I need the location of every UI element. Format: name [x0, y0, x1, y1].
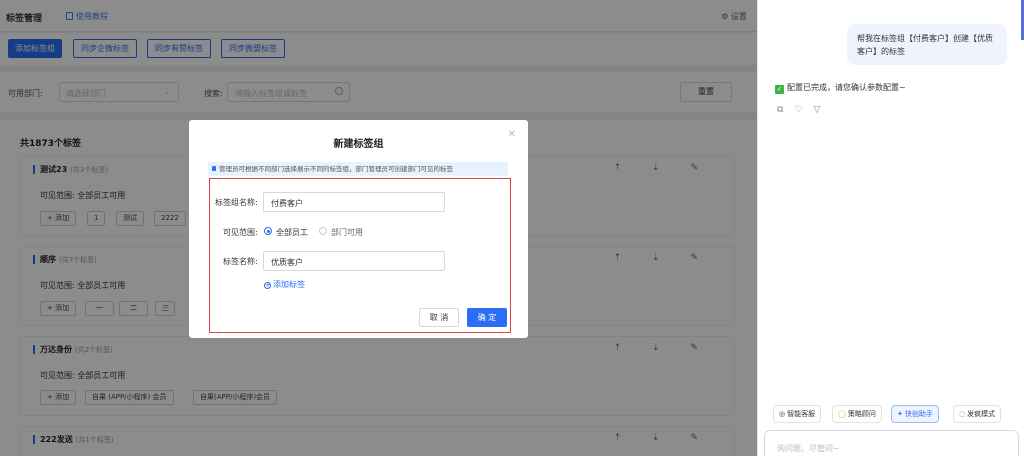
- confirm-button[interactable]: 确 定: [467, 308, 507, 327]
- info-notice: 管理员可根据不同部门选择展示不同的标签组，部门管理员可创建部门可见的标签: [208, 162, 508, 176]
- group-name-label: 标签组名称:: [215, 198, 258, 207]
- group-name-input[interactable]: 付费客户: [263, 192, 445, 212]
- quick-crazy-mode[interactable]: ◌ 发疯模式: [953, 405, 1002, 423]
- tag-name-input[interactable]: 优质客户: [263, 251, 445, 271]
- visibility-label: 可见范围:: [223, 228, 258, 237]
- check-icon: ✓: [775, 85, 784, 94]
- bulb-icon: ◯: [838, 410, 846, 418]
- user-message: 帮我在标签组【付费客户】创建【优质客户】的标签: [847, 24, 1007, 65]
- tag-name-value: 优质客户: [271, 258, 303, 267]
- close-icon[interactable]: ✕: [508, 129, 516, 140]
- new-tag-group-dialog: 新建标签组 ✕ 管理员可根据不同部门选择展示不同的标签组，部门管理员可创建部门可…: [189, 120, 528, 338]
- chat-input[interactable]: 询问题，尽管问~: [764, 430, 1019, 456]
- copy-icon[interactable]: ⧉: [777, 105, 783, 115]
- radio-all-staff[interactable]: [264, 227, 272, 235]
- highlight-frame: 标签组名称: 付费客户 可见范围: 全部员工 部门可用 标签名称: 优质客户: [209, 178, 511, 333]
- main-app: 标签管理 使用教程 ⚙ 设置 添加标签组 同步企微标签 同步有赞标签 同步微盟标…: [0, 0, 757, 456]
- add-tag-link[interactable]: + 添加标签: [264, 279, 305, 290]
- radio-department[interactable]: [319, 227, 327, 235]
- group-name-value: 付费客户: [271, 199, 303, 208]
- thumbs-down-icon[interactable]: ▽: [814, 105, 821, 115]
- dialog-title: 新建标签组: [333, 139, 384, 150]
- chat-input-placeholder: 询问题，尽管问~: [777, 444, 840, 453]
- assistant-panel: 帮我在标签组【付费客户】创建【优质客户】的标签 ✓ 配置已完成，请您确认参数配置~…: [757, 0, 1024, 456]
- info-icon: [212, 166, 216, 171]
- add-tag-label: 添加标签: [273, 280, 305, 289]
- quick-smart-service[interactable]: ◎ 智能客服: [773, 405, 822, 423]
- quick-strategy-advisor[interactable]: ◯ 策略顾问: [832, 405, 882, 423]
- assistant-reply: ✓ 配置已完成，请您确认参数配置~: [775, 82, 906, 94]
- quick-creator-assistant[interactable]: ✦ 快创助手: [891, 405, 939, 423]
- chat-icon: ◌: [959, 410, 966, 418]
- thumbs-up-icon[interactable]: ♡: [794, 105, 802, 115]
- plus-circle-icon: +: [264, 281, 271, 289]
- headset-icon: ◎: [779, 410, 786, 418]
- cancel-button[interactable]: 取 消: [419, 308, 459, 327]
- sparkle-icon: ✦: [897, 410, 903, 418]
- radio-department-label: 部门可用: [331, 228, 363, 237]
- reply-actions: ⧉ ♡ ▽: [777, 105, 831, 115]
- radio-all-staff-label: 全部员工: [276, 228, 308, 237]
- notice-text: 管理员可根据不同部门选择展示不同的标签组，部门管理员可创建部门可见的标签: [219, 165, 453, 173]
- tag-name-label: 标签名称:: [223, 257, 258, 266]
- reply-text: 配置已完成，请您确认参数配置~: [787, 83, 906, 92]
